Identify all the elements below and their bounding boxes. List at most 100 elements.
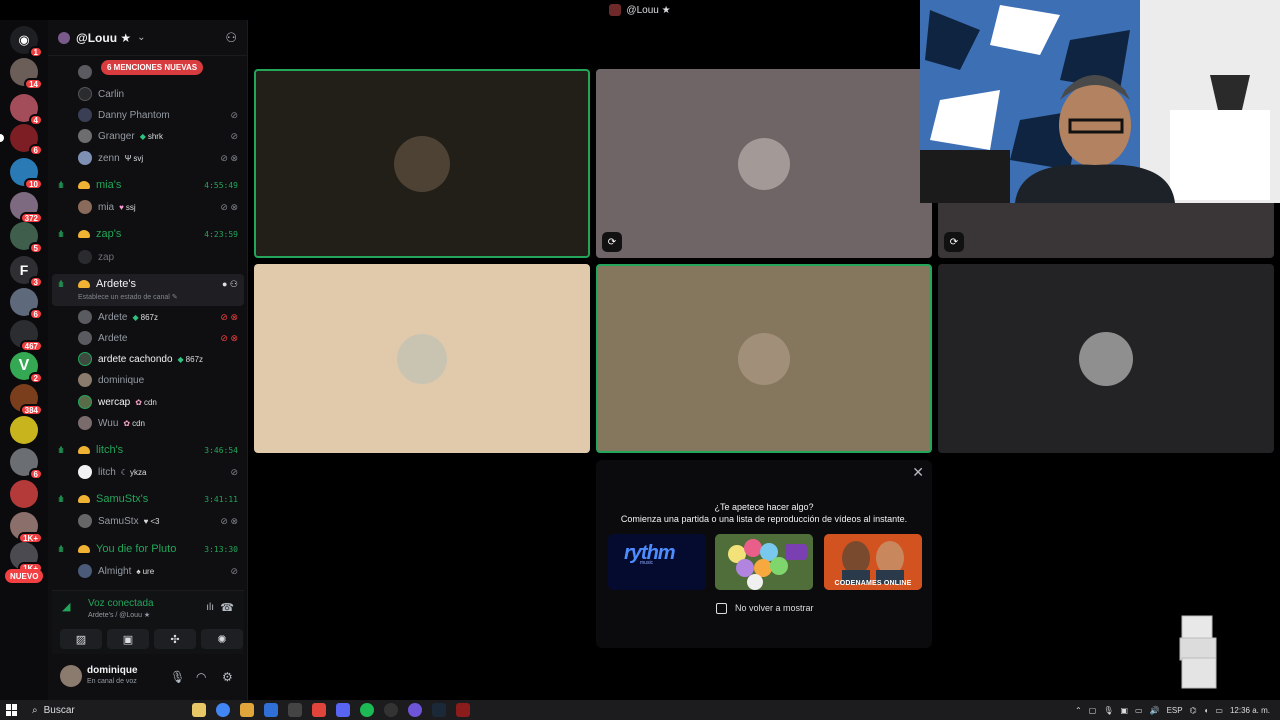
dont-show-label[interactable]: No volver a mostrar — [735, 603, 814, 613]
voice-channel-ardete[interactable]: ıllı Ardete's ● ⚇ — [48, 274, 248, 294]
server-icon-2[interactable]: 4 — [10, 94, 43, 126]
microphone-icon[interactable]: 🎙 — [1103, 706, 1113, 715]
voice-member[interactable]: SamuStx ♥ <3 ⊘ ⊗ — [48, 511, 248, 531]
close-icon[interactable]: ✕ — [912, 464, 924, 481]
guild-header[interactable]: @Louu ★ ⌄ ⚇ — [48, 20, 247, 56]
server-icon-10[interactable]: V2 — [10, 352, 43, 384]
server-icon-1[interactable]: 14 — [10, 58, 43, 90]
tray-icon[interactable]: ▭ — [1135, 706, 1143, 715]
app-icon[interactable] — [288, 703, 302, 717]
server-icon-5[interactable]: 372 — [10, 192, 43, 224]
voice-channel-litch[interactable]: ıllı litch's 3:46:54 — [48, 440, 248, 460]
signal-icon[interactable]: ◢ — [62, 600, 78, 616]
headphones-icon[interactable]: ◠ — [196, 670, 206, 684]
activity-card-blobs[interactable] — [715, 534, 813, 590]
server-icon-13[interactable]: 6 — [10, 448, 43, 480]
brave-icon[interactable] — [312, 703, 326, 717]
server-icon-9[interactable]: 467 — [10, 320, 43, 352]
voice-member[interactable]: Danny Phantom ⊘ — [48, 105, 248, 125]
server-icon-6[interactable]: 5 — [10, 222, 43, 254]
voice-member[interactable]: Carlin — [48, 84, 248, 104]
voice-channel-zaps[interactable]: ıllı zap's 4:23:59 — [48, 224, 248, 244]
video-tile-6[interactable] — [938, 264, 1274, 453]
tag-text: svj — [133, 153, 144, 163]
screen-share-button[interactable]: ▣ — [107, 629, 149, 649]
voice-member[interactable]: mia ♥ ssj ⊘ ⊗ — [48, 197, 248, 217]
settings-gear-icon[interactable]: ⚙ — [222, 670, 233, 684]
video-tile-4[interactable] — [254, 264, 590, 453]
app-icon[interactable] — [408, 703, 422, 717]
soundboard-button[interactable]: ✺ — [201, 629, 243, 649]
file-explorer-icon[interactable] — [240, 703, 254, 717]
steam-icon[interactable] — [432, 703, 446, 717]
video-tile-2[interactable]: ⟳ — [596, 69, 932, 258]
server-icon-3[interactable]: 6 — [0, 124, 43, 156]
chevron-down-icon[interactable]: ⌄ — [137, 32, 145, 43]
spotify-icon[interactable] — [360, 703, 374, 717]
server-icon-4[interactable]: 10 — [10, 158, 43, 190]
camera-off-button[interactable]: ▨ — [60, 629, 102, 649]
voice-member[interactable]: zap — [48, 247, 248, 267]
voice-member[interactable]: Ardete ◆ 867z ⊘ ⊗ — [48, 307, 248, 327]
video-tile-1[interactable] — [254, 69, 590, 258]
store-icon[interactable] — [264, 703, 278, 717]
user-avatar[interactable] — [60, 665, 82, 687]
video-tile-5[interactable] — [596, 264, 932, 453]
server-icon-15[interactable]: 1K+ — [10, 512, 43, 544]
windows-start-icon[interactable] — [6, 704, 18, 716]
server-icon-12[interactable] — [10, 416, 38, 444]
taskbar-search[interactable]: ⌕ Buscar — [32, 702, 188, 718]
voice-member[interactable]: zenn Ψsvj ⊘ ⊗ — [48, 148, 248, 168]
voice-member[interactable]: ardete cachondo ◆ 867z — [48, 349, 248, 369]
voice-channel-pluto[interactable]: ıllı You die for Pluto 3:13:30 — [48, 539, 248, 559]
activity-card-rythm[interactable]: rythm music — [608, 534, 706, 590]
voice-member[interactable]: wercap ✿ cdn — [48, 392, 248, 412]
server-icon-8[interactable]: 6 — [10, 288, 43, 320]
stream-icon[interactable]: ⟳ — [944, 232, 964, 252]
voice-member[interactable]: Almight ♠ ure ⊘ — [48, 561, 248, 581]
language-indicator[interactable]: ESP — [1167, 706, 1183, 715]
tray-icon[interactable]: ▢ — [1089, 706, 1097, 715]
disconnect-icon[interactable]: ☎ — [220, 601, 234, 614]
chrome-icon[interactable] — [216, 703, 230, 717]
noise-suppression-icon[interactable]: ılı — [206, 602, 214, 613]
avatar — [78, 465, 92, 479]
speaker-icon[interactable]: ◖ — [1204, 706, 1209, 715]
taskbar-widget-icon[interactable] — [192, 703, 206, 717]
battery-icon[interactable]: ▭ — [1215, 706, 1223, 715]
stream-icon[interactable]: ⟳ — [602, 232, 622, 252]
voice-member[interactable]: Wuu ✿ cdn — [48, 413, 248, 433]
voice-activity-icon: ıllı — [58, 445, 64, 455]
voice-member[interactable]: litch ☾ ykza ⊘ — [48, 462, 248, 482]
voice-member[interactable]: Ardete ⊘ ⊗ — [48, 328, 248, 348]
voice-channel-samustx[interactable]: ıllı SamuStx's 3:41:11 — [48, 489, 248, 509]
activities-button[interactable]: ✣ — [154, 629, 196, 649]
new-mentions-pill[interactable]: 6 MENCIONES NUEVAS — [101, 60, 204, 75]
add-member-icon[interactable]: ⚇ — [225, 30, 237, 46]
server-icon-7[interactable]: F3 — [10, 256, 43, 288]
voice-channel-mias[interactable]: ıllı mia's 4:55:49 — [48, 175, 248, 195]
channel-status-hint[interactable]: Establece un estado de canal ✎ — [78, 293, 178, 301]
voice-member[interactable]: Granger ◆ shrk ⊘ — [48, 126, 248, 146]
voice-channel-path[interactable]: Ardete's / @Louu ★ — [88, 611, 150, 619]
voice-member[interactable]: dominique — [48, 370, 248, 390]
app-icon[interactable] — [456, 703, 470, 717]
server-icon-11[interactable]: 384 — [10, 384, 43, 416]
voice-status[interactable]: Voz conectada — [88, 598, 154, 609]
chevron-up-icon[interactable]: ⌃ — [1075, 706, 1082, 715]
tray-icon[interactable]: ▣ — [1120, 706, 1128, 715]
microphone-icon[interactable]: 🎙 — [170, 670, 185, 684]
network-icon[interactable]: ⌬ — [1190, 706, 1197, 715]
volume-icon[interactable]: 🔊 — [1150, 706, 1160, 715]
activity-card-codenames[interactable]: CODENAMES ONLINE — [824, 534, 922, 590]
dont-show-checkbox[interactable] — [716, 603, 727, 614]
new-badge[interactable]: NUEVO — [5, 569, 44, 583]
clock[interactable]: 12:36 a. m. — [1230, 706, 1270, 715]
discord-icon[interactable] — [336, 703, 350, 717]
chat-add-icons[interactable]: ● ⚇ — [222, 279, 238, 290]
server-icon-16[interactable]: 1K+ — [10, 542, 43, 574]
server-icon-14[interactable] — [10, 480, 38, 508]
user-name[interactable]: dominique — [87, 665, 138, 676]
app-icon[interactable] — [384, 703, 398, 717]
discord-home-button[interactable]: ◉ 1 — [10, 26, 43, 58]
